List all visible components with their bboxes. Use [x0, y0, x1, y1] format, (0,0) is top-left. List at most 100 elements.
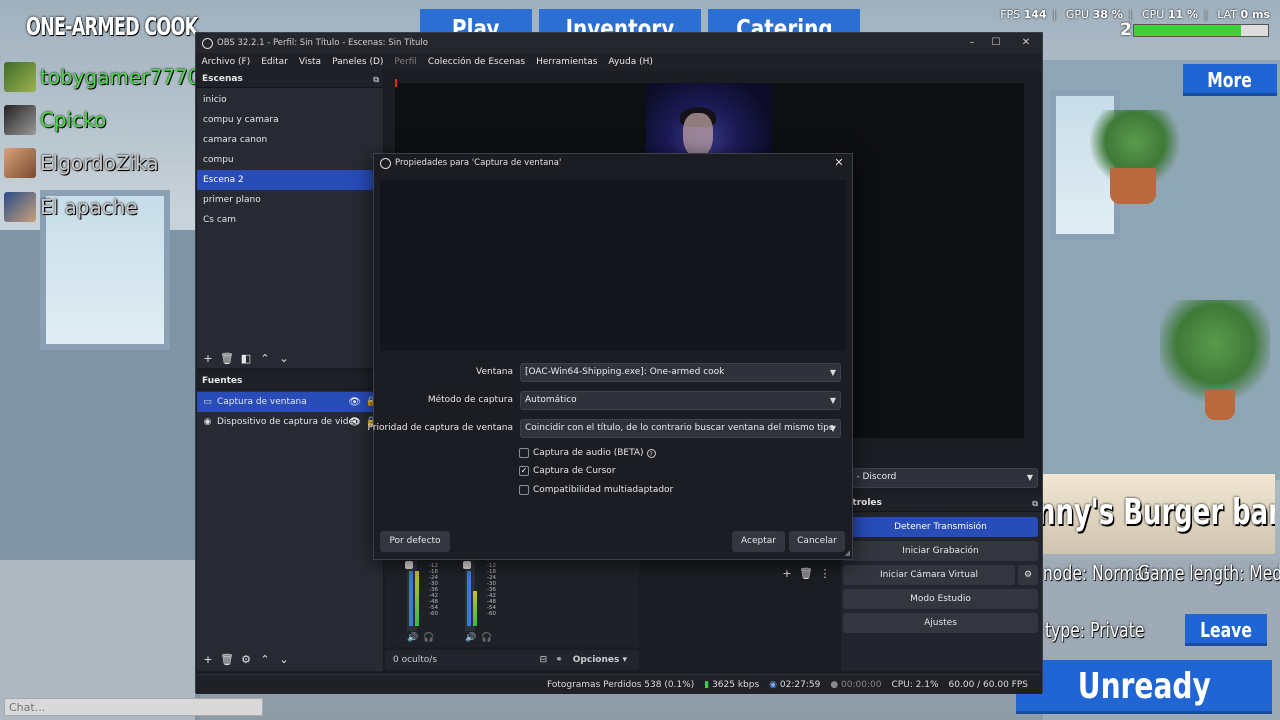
audio-capture-checkbox[interactable]: [519, 448, 529, 458]
volume-slider-handle[interactable]: [463, 561, 471, 569]
restaurant-name: nny's Burger bar: [1043, 492, 1275, 533]
scene-item[interactable]: inicio: [197, 90, 383, 110]
speaker-icon[interactable]: 🔊: [465, 633, 476, 643]
menu-profile[interactable]: Perfil: [389, 57, 423, 67]
more-vertical-icon[interactable]: ⋮: [818, 567, 832, 581]
minimize-icon[interactable]: –: [964, 35, 980, 51]
mixer-toolbar: 0 oculto/s ⊟ ⚭ Opciones ▾: [385, 650, 639, 670]
trash-icon[interactable]: 🗑: [220, 653, 234, 667]
gear-icon[interactable]: ⚙: [239, 653, 253, 667]
resize-grip-icon[interactable]: ◢: [845, 549, 850, 557]
speaker-icon[interactable]: 🔊: [407, 633, 418, 643]
properties-dialog: Propiedades para 'Captura de ventana' ✕ …: [367, 153, 853, 560]
volume-level: [409, 571, 413, 626]
scene-item[interactable]: compu y camara: [197, 110, 383, 130]
menu-edit[interactable]: Editar: [256, 57, 294, 67]
obs-logo-icon: [202, 37, 213, 49]
studio-mode-button[interactable]: Modo Estudio: [843, 589, 1038, 609]
capture-priority-select[interactable]: Coincidir con el título, de lo contrario…: [520, 419, 841, 438]
add-icon[interactable]: +: [201, 653, 215, 667]
menu-bar: Archivo (F) Editar Vista Paneles (D) Per…: [196, 53, 1042, 71]
status-bar: Fotogramas Perdidos 538 (0.1%) ▮ 3625 kb…: [196, 674, 1042, 694]
cursor-capture-checkbox[interactable]: ✓: [519, 466, 529, 476]
help-icon[interactable]: ?: [646, 448, 656, 458]
start-recording-button[interactable]: Iniciar Grabación: [843, 541, 1038, 561]
scene-item[interactable]: compu: [197, 150, 383, 170]
close-icon[interactable]: ✕: [1018, 35, 1034, 51]
close-icon[interactable]: ✕: [832, 156, 846, 170]
mixer-layout-icon[interactable]: ⊟: [540, 655, 548, 665]
gear-icon[interactable]: ⚙: [1018, 565, 1038, 585]
window-select[interactable]: [OAC-Win64-Shipping.exe]: One-armed cook…: [520, 363, 841, 382]
floor-left: [0, 560, 195, 720]
avatar: [4, 105, 36, 135]
chat-input[interactable]: [4, 698, 263, 716]
undock-icon[interactable]: ⧉: [373, 71, 379, 88]
record-icon: ●: [830, 679, 839, 690]
scene-item[interactable]: Cs cam: [197, 210, 383, 230]
camera-feed-face: [683, 113, 713, 157]
eye-icon[interactable]: 👁: [348, 397, 361, 408]
defaults-button[interactable]: Por defecto: [380, 531, 450, 552]
scenes-toolbar: + 🗑 ◧ ⌃ ⌄: [197, 348, 291, 370]
source-item-video-capture[interactable]: ◉ Dispositivo de captura de video 👁 🔒: [197, 412, 383, 432]
window-icon: ▭: [203, 397, 212, 407]
scene-item[interactable]: camara canon: [197, 130, 383, 150]
game-mode-text: node: Normal: [1043, 561, 1149, 585]
mixer-link-icon[interactable]: ⚭: [555, 655, 563, 665]
menu-docks[interactable]: Paneles (D): [327, 57, 389, 67]
menu-help[interactable]: Ayuda (H): [603, 57, 658, 67]
hanging-pot: [1110, 168, 1156, 204]
scenes-dock-header: Escenas ⧉: [197, 71, 383, 88]
move-up-icon[interactable]: ⌃: [258, 653, 272, 667]
move-down-icon[interactable]: ⌄: [277, 352, 291, 366]
avatar: [4, 148, 36, 178]
options-button[interactable]: Opciones ▾: [573, 655, 627, 665]
scenes-title: Escenas: [202, 74, 243, 84]
cursor-capture-row[interactable]: ✓ Captura de Cursor: [519, 466, 616, 476]
trash-icon[interactable]: 🗑: [799, 567, 813, 581]
headphones-icon[interactable]: 🎧: [481, 633, 492, 643]
stop-streaming-button[interactable]: Detener Transmisión: [843, 517, 1038, 537]
audio-capture-row[interactable]: Captura de audio (BETA) ?: [519, 448, 656, 458]
accept-button[interactable]: Aceptar: [732, 531, 785, 552]
multiadapter-checkbox[interactable]: [519, 485, 529, 495]
player-name: tobygamer7770L: [40, 65, 212, 89]
source-item-window-capture[interactable]: ▭ Captura de ventana 👁 🔒: [197, 392, 383, 412]
headphones-icon[interactable]: 🎧: [423, 633, 434, 643]
menu-file[interactable]: Archivo (F): [196, 57, 256, 67]
fps-readout: 60.00 / 60.00 FPS: [948, 679, 1028, 690]
scene-item[interactable]: primer plano: [197, 190, 383, 210]
trash-icon[interactable]: 🗑: [220, 352, 234, 366]
window-label: Ventana: [476, 367, 513, 377]
menu-tools[interactable]: Herramientas: [531, 57, 603, 67]
menu-scene-collection[interactable]: Colección de Escenas: [422, 57, 530, 67]
health-bar-fill: [1134, 25, 1242, 36]
leave-game-button[interactable]: Leave game: [1185, 614, 1267, 646]
start-virtual-camera-button[interactable]: Iniciar Cámara Virtual: [843, 565, 1015, 585]
multiadapter-row[interactable]: Compatibilidad multiadaptador: [519, 485, 673, 495]
undock-icon[interactable]: ⧉: [1032, 495, 1038, 512]
move-down-icon[interactable]: ⌄: [277, 653, 291, 667]
eye-icon[interactable]: 👁: [348, 417, 361, 428]
chevron-down-icon: ▼: [1026, 473, 1033, 482]
source-label: Dispositivo de captura de video: [217, 417, 360, 427]
capture-method-value: Automático: [525, 395, 577, 405]
scene-item-selected[interactable]: Escena 2: [197, 170, 383, 190]
capture-method-select[interactable]: Automático ▼: [520, 391, 841, 410]
cancel-button[interactable]: Cancelar: [789, 531, 845, 552]
more-button[interactable]: More: [1183, 64, 1277, 96]
settings-button[interactable]: Ajustes: [843, 613, 1038, 633]
filter-icon[interactable]: ◧: [239, 352, 253, 366]
add-icon[interactable]: +: [780, 567, 794, 581]
add-icon[interactable]: +: [201, 352, 215, 366]
volume-slider-handle[interactable]: [405, 561, 413, 569]
unready-button[interactable]: Unready: [1016, 660, 1272, 714]
move-up-icon[interactable]: ⌃: [258, 352, 272, 366]
capture-preview: [380, 180, 846, 351]
volume-level: [467, 571, 471, 626]
menu-view[interactable]: Vista: [293, 57, 326, 67]
maximize-icon[interactable]: ☐: [988, 35, 1004, 51]
audio-device-select[interactable]: e - Discord ▼: [843, 468, 1038, 488]
stream-time: ◉ 02:27:59: [769, 679, 821, 690]
